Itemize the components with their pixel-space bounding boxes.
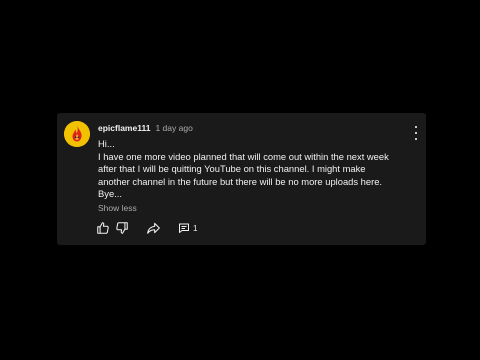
comment-line: Bye... xyxy=(98,188,122,200)
comment-timestamp[interactable]: 1 day ago xyxy=(155,123,192,133)
comment-text: Hi... I have one more video planned that… xyxy=(98,138,418,201)
dislike-button[interactable] xyxy=(115,221,129,235)
like-button[interactable] xyxy=(96,221,110,235)
share-button[interactable] xyxy=(146,221,161,235)
comment-header: epicflame111 1 day ago xyxy=(98,122,193,134)
comment-line: I have one more video planned that will … xyxy=(98,150,389,162)
comment-username[interactable]: epicflame111 xyxy=(98,123,150,133)
flame-avatar-icon xyxy=(64,121,90,147)
comment-line: after that I will be quitting YouTube on… xyxy=(98,163,366,175)
share-icon xyxy=(147,222,160,234)
comment-icon xyxy=(179,223,189,233)
reply-count: 1 xyxy=(193,223,198,233)
replies-button[interactable]: 1 xyxy=(178,221,197,235)
menu-dot xyxy=(414,131,418,135)
comment-line: Hi... xyxy=(98,138,115,149)
thumbs-down-icon xyxy=(116,222,128,234)
show-less-button[interactable]: Show less xyxy=(98,203,137,213)
comment-card: epicflame111 1 day ago Hi... I have one … xyxy=(57,113,426,245)
menu-dot xyxy=(414,126,418,129)
avatar[interactable] xyxy=(64,121,90,147)
thumbs-up-icon xyxy=(97,222,109,234)
comment-actions: 1 xyxy=(96,221,216,235)
comment-line: another channel in the future but there … xyxy=(98,175,383,187)
